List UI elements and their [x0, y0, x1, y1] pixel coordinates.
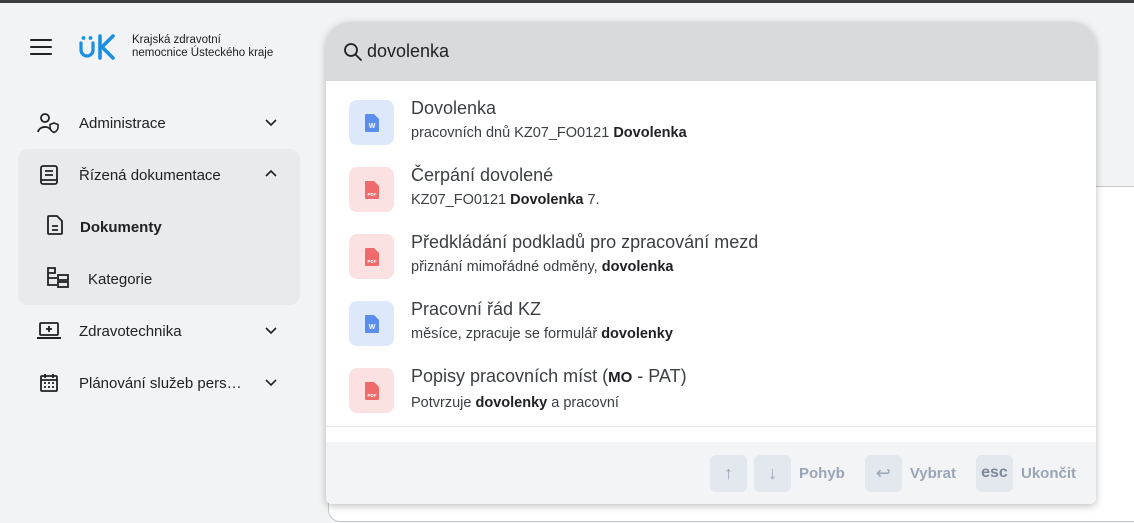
- sidebar-item-dokumenty[interactable]: Dokumenty: [18, 201, 300, 253]
- sidebar-item-administrace[interactable]: Administrace: [18, 97, 300, 149]
- enter-key-icon: ↩: [864, 454, 902, 492]
- search-results: W Dovolenka pracovních dnů KZ07_FO0121 D…: [326, 81, 1096, 424]
- select-hint-label: Vybrat: [909, 464, 956, 482]
- sidebar-group-rizena-dokumentace: Řízená dokumentace Dokumenty Kategorie: [18, 149, 300, 305]
- sidebar: Krajská zdravotní nemocnice Ústeckého kr…: [0, 3, 318, 523]
- sidebar-header: Krajská zdravotní nemocnice Ústeckého kr…: [30, 33, 273, 61]
- result-title: Dovolenka: [411, 98, 497, 118]
- result-title: Předkládání podkladů pro zpracování mezd: [411, 232, 759, 252]
- search-result-item[interactable]: PDF Čerpání dovolené KZ07_FO0121 Dovolen…: [326, 156, 1096, 223]
- medical-laptop-icon: [36, 318, 62, 344]
- arrow-down-key-icon: ↓: [754, 454, 791, 492]
- arrow-up-key-icon: ↑: [710, 454, 747, 492]
- sidebar-item-rizena-dokumentace[interactable]: Řízená dokumentace: [18, 149, 300, 201]
- sidebar-item-planovani-sluzeb[interactable]: Plánování služeb pers…: [18, 357, 300, 409]
- chevron-down-icon: [265, 327, 277, 335]
- result-snippet: pracovních dnů KZ07_FO0121 Dovolenka: [411, 125, 687, 141]
- sidebar-item-label: Administrace: [79, 114, 166, 132]
- svg-text:PDF: PDF: [367, 259, 376, 264]
- word-file-icon: W: [349, 100, 394, 145]
- logo-text: Krajská zdravotní nemocnice Ústeckého kr…: [132, 34, 273, 60]
- pdf-file-icon: PDF: [349, 234, 394, 279]
- search-result-item[interactable]: W Dovolenka pracovních dnů KZ07_FO0121 D…: [326, 89, 1096, 156]
- user-shield-icon: [36, 110, 62, 136]
- close-hint-label: Ukončit: [1020, 464, 1076, 482]
- pdf-file-icon: PDF: [349, 368, 394, 413]
- logo[interactable]: Krajská zdravotní nemocnice Ústeckého kr…: [78, 33, 273, 61]
- logo-line-1: Krajská zdravotní: [132, 34, 221, 46]
- search-footer: ↑ ↓ Pohyb ↩ Vybrat esc Ukončit: [326, 442, 1096, 504]
- logo-line-2: nemocnice Ústeckého kraje: [132, 47, 274, 59]
- sidebar-item-kategorie[interactable]: Kategorie: [18, 253, 300, 305]
- svg-text:W: W: [368, 123, 375, 130]
- result-snippet: KZ07_FO0121 Dovolenka 7.: [411, 192, 600, 208]
- sidebar-item-label: Zdravotechnika: [79, 322, 182, 340]
- result-snippet: měsíce, zpracuje se formulář dovolenky: [411, 326, 673, 342]
- category-tree-icon: [46, 266, 72, 293]
- sidebar-item-label: Plánování služeb pers…: [79, 374, 242, 392]
- chevron-up-icon: [265, 169, 277, 177]
- sidebar-item-label: Dokumenty: [80, 218, 162, 236]
- calendar-icon: [36, 370, 62, 396]
- esc-key-icon: esc: [975, 454, 1013, 492]
- sidebar-item-label: Kategorie: [88, 270, 153, 288]
- result-title: Pracovní řád KZ: [411, 299, 542, 319]
- chevron-down-icon: [265, 119, 277, 127]
- result-snippet: Potvrzuje dovolenky a pracovní: [411, 395, 619, 411]
- search-result-item[interactable]: W Pracovní řád KZ měsíce, zpracuje se fo…: [326, 290, 1096, 357]
- book-icon: [36, 162, 62, 188]
- search-dialog: W Dovolenka pracovních dnů KZ07_FO0121 D…: [326, 22, 1096, 504]
- result-title: Čerpání dovolené: [411, 165, 554, 185]
- kzuk-logo-icon: [79, 34, 115, 60]
- result-snippet: přiznání mimořádné odměny, dovolenka: [411, 259, 674, 275]
- menu-icon[interactable]: [30, 39, 52, 55]
- svg-text:W: W: [368, 324, 375, 331]
- divider: [326, 426, 1096, 427]
- sidebar-nav: Administrace Řízená dokumentace Dokument…: [18, 97, 300, 409]
- svg-text:PDF: PDF: [367, 192, 376, 197]
- word-file-icon: W: [349, 301, 394, 346]
- move-hint-label: Pohyb: [799, 464, 845, 482]
- search-bar: [326, 22, 1096, 81]
- sidebar-item-zdravotechnika[interactable]: Zdravotechnika: [18, 305, 300, 357]
- chevron-down-icon: [265, 379, 277, 387]
- search-result-item[interactable]: PDF Popisy pracovních míst (MO - PAT) Po…: [326, 357, 1096, 424]
- search-input[interactable]: [367, 41, 1047, 62]
- search-icon: [344, 42, 362, 61]
- result-title: Popisy pracovních míst (MO - PAT): [411, 366, 687, 386]
- pdf-file-icon: PDF: [349, 167, 394, 212]
- sidebar-item-label: Řízená dokumentace: [79, 166, 221, 184]
- search-result-item[interactable]: PDF Předkládání podkladů pro zpracování …: [326, 223, 1096, 290]
- document-icon: [46, 214, 64, 240]
- svg-text:PDF: PDF: [367, 393, 376, 398]
